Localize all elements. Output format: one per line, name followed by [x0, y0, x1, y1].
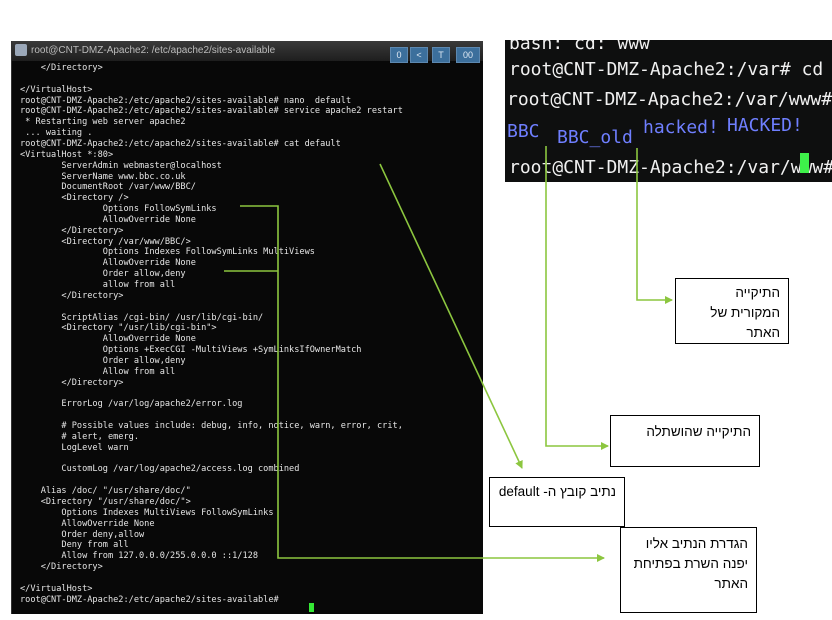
- callout-path-definition: הגדרת הנתיב אליו יפנה השרת בפתיחת האתר: [620, 527, 757, 613]
- callout-replaced-folder: התיקייה שהושתלה: [610, 415, 760, 467]
- arrow-default-path: [379, 163, 523, 469]
- arrow-replaced-folder: [545, 146, 609, 450]
- callout-default-path: נתיב קובץ ה- default: [489, 477, 625, 527]
- callout-original-folder: התיקייה המקורית של האתר: [675, 278, 789, 344]
- arrow-original-folder: [636, 148, 673, 304]
